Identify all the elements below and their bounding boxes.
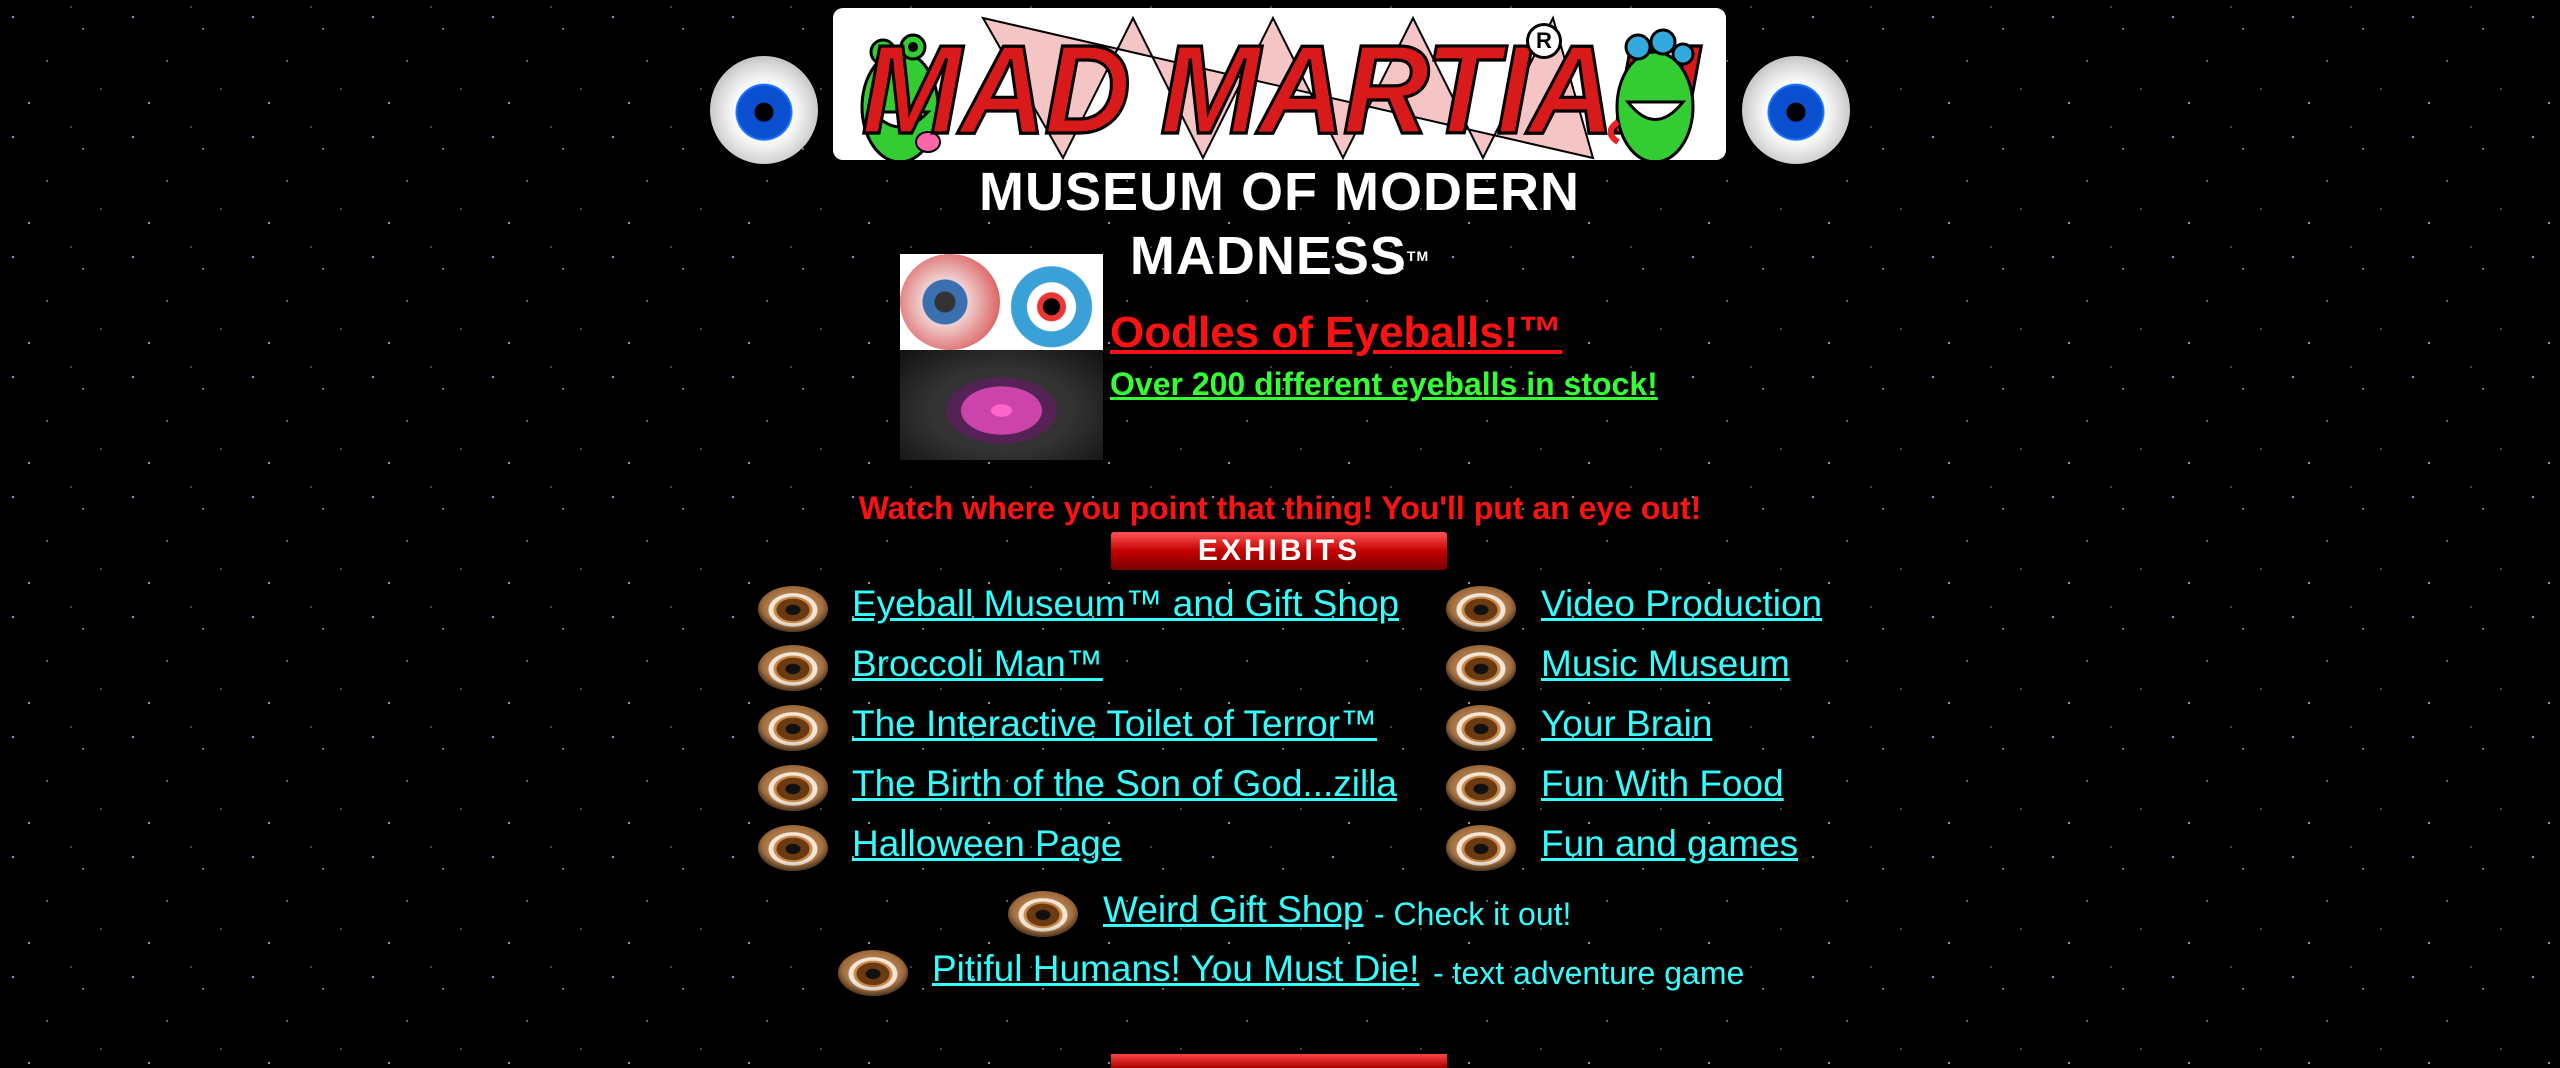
exhibit-link-fun-and-games[interactable]: Fun and games [1541,823,1798,865]
logo-subtitle-tm: TM [1406,248,1430,264]
exhibit-link-fun-with-food[interactable]: Fun With Food [1541,763,1784,805]
pitiful-humans-desc: - text adventure game [1433,955,1745,991]
pitiful-humans-link[interactable]: Pitiful Humans! You Must Die! [932,948,1419,990]
exhibits-banner: EXHIBITS [1111,532,1447,570]
exhibit-link-halloween[interactable]: Halloween Page [852,823,1121,865]
bloodshot-eye-image [900,254,1000,350]
bottom-banner [1111,1054,1447,1068]
exhibit-link-eyeball-museum[interactable]: Eyeball Museum™ and Gift Shop [852,583,1399,625]
alien-right-icon [1608,28,1695,160]
eye-icon [758,705,828,751]
eye-icon [1446,765,1516,811]
eye-icon [1446,825,1516,871]
weird-gift-shop-link[interactable]: Weird Gift Shop [1103,889,1363,931]
warning-text: Watch where you point that thing! You'll… [858,490,1702,526]
eyeballs-collage-image[interactable] [900,254,1103,460]
weird-gift-shop-desc: - Check it out! [1374,896,1572,932]
registered-mark: R [1526,23,1562,59]
eyeball-left-image [710,56,818,164]
eye-icon [758,765,828,811]
logo-title: MAD MARTIAN [860,19,1701,160]
eye-icon [1446,645,1516,691]
exhibit-link-your-brain[interactable]: Your Brain [1541,703,1712,745]
eye-icon [1446,705,1516,751]
plasma-eye-image [900,350,1103,460]
tentacle-eye-image [1000,254,1103,350]
exhibit-link-toilet-of-terror[interactable]: The Interactive Toilet of Terror™ [852,703,1377,745]
eye-icon [758,825,828,871]
mad-martian-logo[interactable]: MAD MARTIAN R [833,8,1726,160]
eye-icon [1008,891,1078,937]
exhibit-link-music-museum[interactable]: Music Museum [1541,643,1790,685]
eye-icon [1446,586,1516,632]
exhibit-link-broccoli-man[interactable]: Broccoli Man™ [852,643,1103,685]
eye-icon [838,950,908,996]
eyeball-right-image [1742,56,1850,164]
exhibit-link-video-production[interactable]: Video Production [1541,583,1822,625]
exhibit-link-godzilla[interactable]: The Birth of the Son of God...zilla [852,763,1397,805]
eye-icon [758,645,828,691]
over-200-eyeballs-link[interactable]: Over 200 different eyeballs in stock! [1110,366,1658,403]
oodles-of-eyeballs-link[interactable]: Oodles of Eyeballs!™ [1110,308,1562,358]
eye-icon [758,586,828,632]
